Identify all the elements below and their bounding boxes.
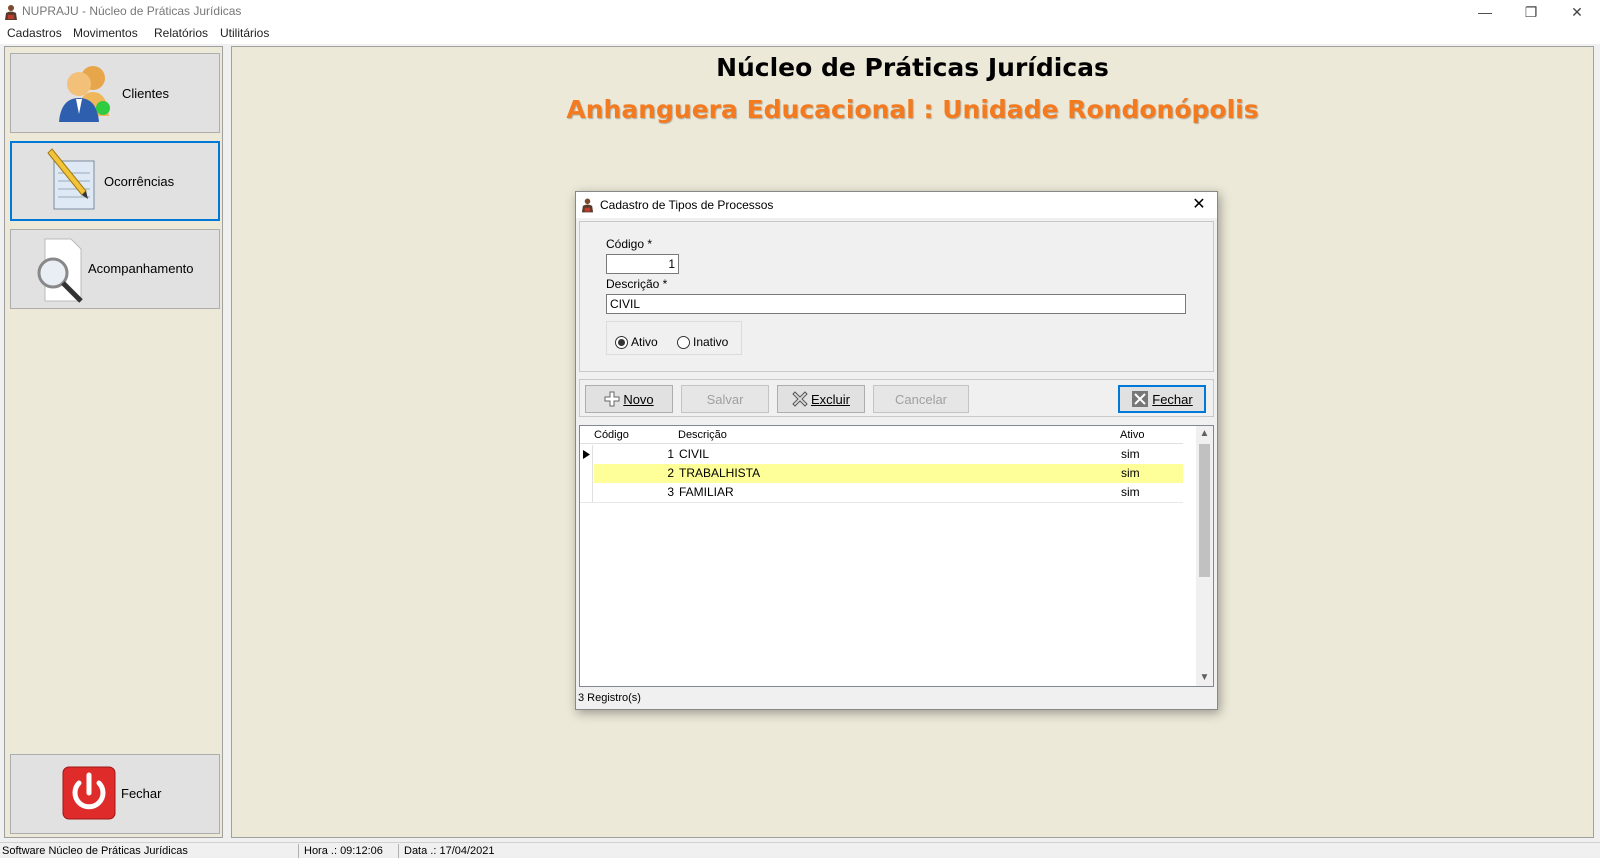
client-area: Clientes Ocorrências Acompanhamento Fech… [0, 44, 1600, 842]
descricao-field[interactable] [606, 294, 1186, 314]
cell-codigo: 3 [667, 485, 674, 499]
codigo-field[interactable] [606, 254, 679, 274]
clients-icon [59, 66, 110, 122]
sidebar-close-button[interactable]: Fechar [10, 754, 220, 834]
cell-codigo: 2 [667, 466, 674, 480]
status-data: Data .: 17/04/2021 [404, 845, 495, 857]
status-separator [398, 844, 399, 858]
novo-button[interactable]: Novo [585, 385, 673, 413]
excluir-button[interactable]: Excluir [777, 385, 865, 413]
menu-movimentos[interactable]: Movimentos [73, 26, 138, 40]
delete-x-icon [792, 391, 808, 407]
close-icon: ✕ [1192, 196, 1206, 213]
cell-codigo: 1 [667, 447, 674, 461]
row-indicator [580, 483, 593, 502]
column-header-ativo[interactable]: Ativo [1120, 429, 1144, 441]
table-row[interactable]: 1 CIVIL sim [580, 445, 1183, 464]
radio-ativo-label: Ativo [631, 335, 658, 349]
salvar-button[interactable]: Salvar [681, 385, 769, 413]
plus-icon [604, 391, 620, 407]
descricao-label: Descrição * [606, 277, 668, 291]
app-icon [5, 5, 17, 20]
scroll-down-icon[interactable]: ▼ [1196, 670, 1213, 686]
row-indicator [580, 464, 593, 483]
dialog-title-bar: Cadastro de Tipos de Processos ✕ [576, 192, 1217, 218]
sidebar-item-acompanhamento[interactable]: Acompanhamento [10, 229, 220, 309]
form-group: Código * Descrição * Ativo Inativo [579, 221, 1214, 372]
sidebar-item-label: Acompanhamento [88, 261, 194, 276]
sidebar-item-ocorrencias[interactable]: Ocorrências [10, 141, 220, 221]
salvar-label: Salvar [706, 391, 744, 407]
radio-unchecked-icon [677, 335, 690, 349]
menu-relatorios[interactable]: Relatórios [154, 26, 208, 40]
cell-ativo: sim [1121, 485, 1140, 499]
sidebar-item-label: Clientes [122, 86, 169, 101]
column-header-codigo[interactable]: Código [594, 429, 629, 441]
cell-descricao: CIVIL [679, 447, 710, 461]
status-radio-group: Ativo Inativo [606, 321, 742, 355]
table-row[interactable]: 2 TRABALHISTA sim [580, 464, 1183, 483]
fechar-button[interactable]: Fechar [1118, 385, 1206, 413]
record-count: 3 Registro(s) [578, 692, 641, 704]
column-header-descricao[interactable]: Descrição [678, 429, 727, 441]
minimize-button[interactable]: — [1462, 0, 1508, 24]
sidebar-close-label: Fechar [121, 786, 162, 801]
excluir-label: Excluir [810, 391, 850, 407]
app-icon [581, 198, 594, 213]
grid-header: Código Descrição Ativo [580, 426, 1183, 444]
dialog-tipos-processos: Cadastro de Tipos de Processos ✕ Código … [575, 191, 1218, 710]
notepad-icon [47, 148, 95, 210]
status-bar: Software Núcleo de Práticas Jurídicas Ho… [0, 842, 1600, 858]
menu-utilitarios[interactable]: Utilitários [220, 26, 269, 40]
records-grid: Código Descrição Ativo 1 CIVIL sim 2 TRA… [579, 425, 1214, 687]
cancelar-button[interactable]: Cancelar [873, 385, 969, 413]
row-indicator [580, 445, 593, 464]
menu-cadastros[interactable]: Cadastros [7, 26, 62, 40]
title-bar: NUPRAJU - Núcleo de Práticas Jurídicas —… [0, 0, 1600, 24]
close-window-button[interactable]: ✕ [1554, 0, 1600, 24]
sidebar-item-clientes[interactable]: Clientes [10, 53, 220, 133]
radio-ativo[interactable]: Ativo [615, 335, 658, 349]
sidebar-item-label: Ocorrências [104, 174, 175, 189]
radio-checked-icon [615, 335, 628, 349]
status-separator [298, 844, 299, 858]
menu-bar: Cadastros Movimentos Relatórios Utilitár… [0, 24, 1600, 44]
status-software: Software Núcleo de Práticas Jurídicas [2, 845, 188, 857]
codigo-label: Código * [606, 237, 653, 251]
power-icon [62, 766, 116, 820]
cell-descricao: FAMILIAR [679, 485, 734, 499]
radio-inativo-label: Inativo [693, 335, 729, 349]
cell-descricao: TRABALHISTA [679, 466, 761, 480]
status-hora: Hora .: 09:12:06 [304, 845, 383, 857]
scroll-thumb[interactable] [1199, 444, 1210, 577]
scroll-up-icon[interactable]: ▲ [1196, 426, 1213, 442]
close-box-icon [1132, 391, 1149, 407]
close-icon: ✕ [1571, 3, 1583, 20]
radio-inativo[interactable]: Inativo [677, 335, 728, 349]
restore-icon: ❐ [1524, 3, 1538, 20]
cancelar-label: Cancelar [894, 391, 948, 407]
novo-label: Novo [623, 391, 654, 407]
table-row[interactable]: 3 FAMILIAR sim [580, 483, 1183, 502]
magnifier-icon [37, 238, 83, 303]
page-subtitle: Anhanguera Educacional : Unidade Rondonó… [566, 95, 1259, 124]
page-title: Núcleo de Práticas Jurídicas [716, 53, 1109, 82]
vertical-scrollbar[interactable]: ▲ ▼ [1196, 426, 1213, 686]
dialog-title: Cadastro de Tipos de Processos [600, 198, 774, 212]
grid-divider [580, 502, 1183, 503]
current-row-icon [583, 450, 590, 459]
sidebar: Clientes Ocorrências Acompanhamento Fech… [4, 46, 223, 838]
dialog-toolbar: Novo Salvar Excluir Cancelar Fechar [579, 379, 1214, 417]
restore-button[interactable]: ❐ [1508, 0, 1554, 24]
cell-ativo: sim [1121, 447, 1140, 461]
window-title: NUPRAJU - Núcleo de Práticas Jurídicas [22, 4, 242, 18]
fechar-label: Fechar [1152, 391, 1193, 407]
dialog-close-button[interactable]: ✕ [1189, 195, 1209, 215]
minimize-icon: — [1478, 4, 1492, 20]
cell-ativo: sim [1121, 466, 1140, 480]
